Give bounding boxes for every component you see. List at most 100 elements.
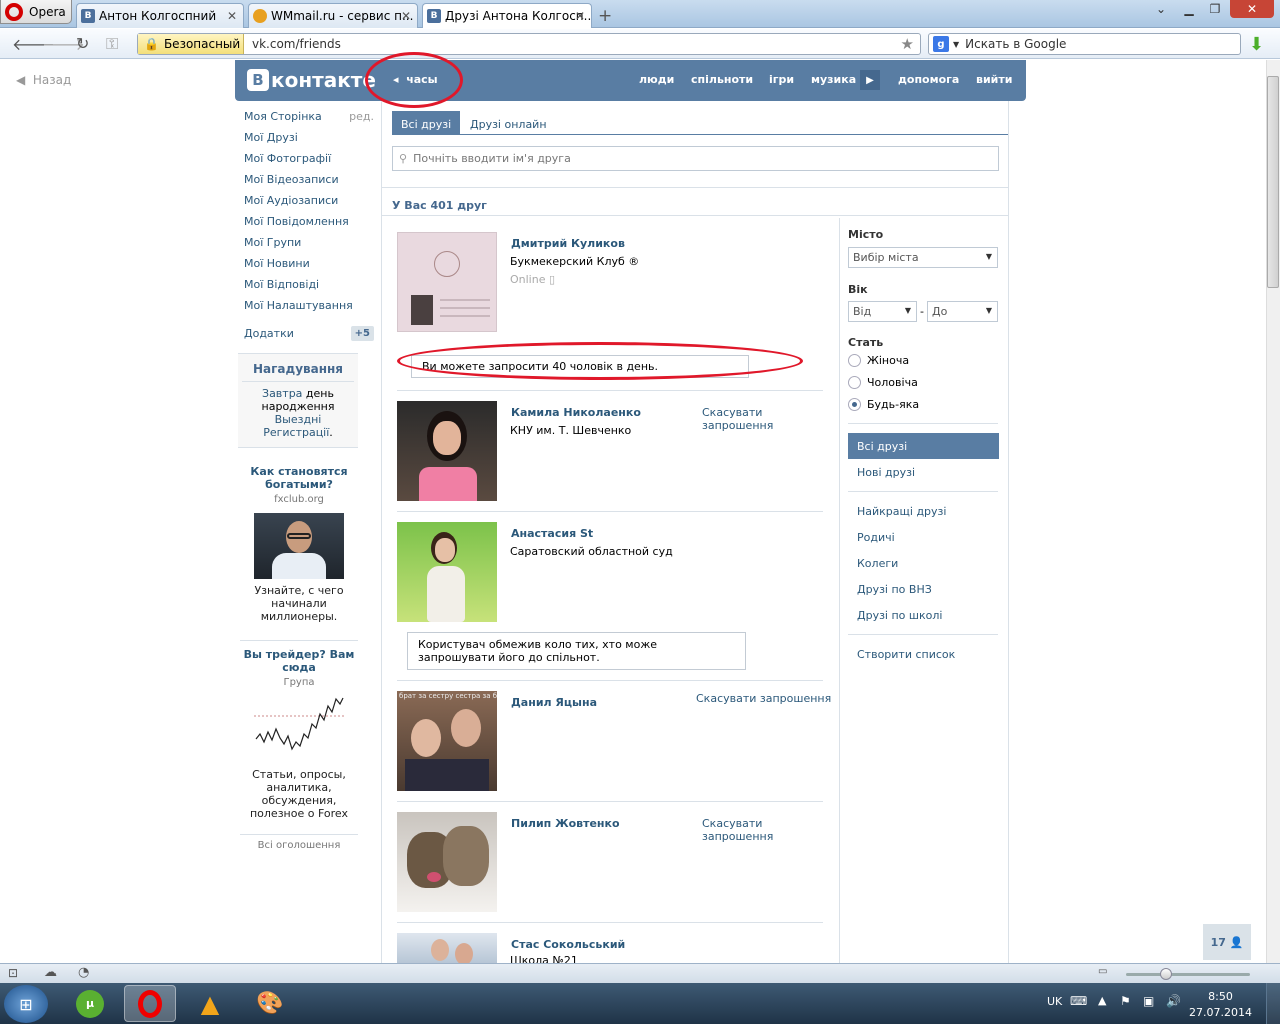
- url-text[interactable]: vk.com/friends: [252, 37, 341, 51]
- back-link[interactable]: ◀ Назад: [16, 73, 71, 87]
- close-tab-icon[interactable]: ✕: [227, 9, 237, 23]
- friend-photo[interactable]: [397, 232, 497, 332]
- utorrent-taskbar-icon[interactable]: µ: [64, 985, 116, 1022]
- language-indicator[interactable]: UK: [1047, 995, 1062, 1008]
- nav-logout[interactable]: вийти: [976, 73, 1012, 86]
- close-window-icon[interactable]: ✕: [1230, 0, 1274, 18]
- friend-search-input[interactable]: ⚲ Почніть вводити ім'я друга: [392, 146, 999, 171]
- friend-name[interactable]: Дмитрий Куликов: [511, 237, 625, 250]
- cancel-invitation-link[interactable]: Скасувати запрошення: [696, 692, 831, 705]
- menu-my-groups[interactable]: Мої Групи: [244, 236, 374, 257]
- nav-help[interactable]: допомога: [898, 73, 959, 86]
- age-to-select[interactable]: До: [926, 301, 998, 322]
- dropdown-icon[interactable]: ▼: [953, 40, 959, 49]
- nav-communities[interactable]: спільноти: [691, 73, 753, 86]
- friend-name[interactable]: Анастасия St: [511, 527, 593, 540]
- tray-arrow-icon[interactable]: ▲: [1098, 994, 1106, 1007]
- new-tab-icon[interactable]: +: [598, 6, 612, 26]
- age-from-select[interactable]: Від: [848, 301, 917, 322]
- opera-taskbar-icon[interactable]: [124, 985, 176, 1022]
- nav-games[interactable]: ігри: [769, 73, 794, 86]
- list-relatives[interactable]: Родичі: [848, 524, 1000, 550]
- browser-tab-active[interactable]: B Друзі Антона Колгосп... ✕: [422, 3, 592, 28]
- ad-block-2[interactable]: Вы трейдер? Вам сюда Група Статьи, опрос…: [240, 648, 358, 820]
- list-colleagues[interactable]: Колеги: [848, 550, 1000, 576]
- friend-photo[interactable]: брат за сестру сестра за бра: [397, 691, 497, 791]
- ad-text[interactable]: Статьи, опросы, аналитика, обсуждения, п…: [240, 768, 358, 820]
- ad-title[interactable]: Как становятся богатыми?: [240, 465, 358, 491]
- menu-apps[interactable]: Додатки +5: [244, 323, 374, 343]
- cloud-icon[interactable]: ☁: [44, 965, 57, 980]
- browser-tab[interactable]: B Антон Колгоспний ✕: [76, 3, 244, 28]
- menu-my-photos[interactable]: Мої Фотографії: [244, 152, 374, 173]
- menu-label[interactable]: Моя Сторінка: [244, 110, 322, 123]
- reload-icon[interactable]: ↻: [76, 34, 89, 53]
- list-best-friends[interactable]: Найкращі друзі: [848, 498, 1000, 524]
- system-clock[interactable]: 8:50 27.07.2014: [1189, 989, 1252, 1021]
- menu-my-friends[interactable]: Мої Друзі: [244, 131, 374, 152]
- display-icon[interactable]: ▭: [1098, 966, 1107, 977]
- zoom-slider-handle[interactable]: [1160, 968, 1172, 980]
- show-desktop-button[interactable]: [1266, 983, 1280, 1024]
- player-arrow-icon[interactable]: ▶: [860, 70, 880, 90]
- tab-friends-online[interactable]: Друзі онлайн: [470, 118, 547, 131]
- edit-link[interactable]: ред.: [349, 110, 374, 124]
- address-bar[interactable]: 🔒 Безопасный vk.com/friends ★: [137, 33, 921, 55]
- menu-my-videos[interactable]: Мої Відеозаписи: [244, 173, 374, 194]
- menu-my-news[interactable]: Мої Новини: [244, 257, 374, 278]
- close-tab-icon[interactable]: ✕: [575, 9, 585, 23]
- tab-all-friends[interactable]: Всі друзі: [392, 111, 461, 135]
- friend-name[interactable]: Данил Яцына: [511, 696, 597, 709]
- restore-icon[interactable]: ❐: [1202, 0, 1228, 18]
- menu-my-audio[interactable]: Мої Аудіозаписи: [244, 194, 374, 215]
- security-badge[interactable]: 🔒 Безопасный: [138, 34, 244, 54]
- friend-name[interactable]: Пилип Жовтенко: [511, 817, 620, 830]
- keyboard-icon[interactable]: ⌨: [1070, 994, 1087, 1008]
- nav-people[interactable]: люди: [639, 73, 674, 86]
- menu-my-page[interactable]: Моя Сторінка ред.: [244, 110, 374, 131]
- sex-male-radio[interactable]: Чоловіча: [848, 371, 1000, 393]
- bookmark-star-icon[interactable]: ★: [901, 35, 914, 53]
- vk-logo[interactable]: В контакте: [247, 68, 376, 92]
- network-icon[interactable]: ▣: [1143, 994, 1154, 1008]
- list-new-friends[interactable]: Нові друзі: [848, 459, 1000, 485]
- friend-photo[interactable]: [397, 401, 497, 501]
- sex-female-radio[interactable]: Жіноча: [848, 349, 1000, 371]
- ad-text[interactable]: Узнайте, с чего начинали миллионеры.: [240, 584, 358, 623]
- menu-my-answers[interactable]: Мої Відповіді: [244, 278, 374, 299]
- close-tab-icon[interactable]: ✕: [401, 9, 411, 23]
- cancel-invitation-link[interactable]: Скасувати запрошення: [702, 817, 782, 843]
- key-icon[interactable]: ⚿: [106, 34, 118, 54]
- ad-image[interactable]: [254, 513, 344, 579]
- zoom-slider[interactable]: [1126, 973, 1250, 976]
- cancel-invitation-link[interactable]: Скасувати запрошення: [702, 406, 782, 432]
- ad-chart-image[interactable]: [254, 694, 344, 760]
- browser-tab[interactable]: WMmail.ru - сервис п... ✕: [248, 3, 418, 28]
- online-friends-widget[interactable]: 17 👤: [1203, 924, 1251, 960]
- menu-my-messages[interactable]: Мої Повідомлення: [244, 215, 374, 236]
- opera-menu-button[interactable]: Opera: [0, 0, 72, 24]
- friend-photo[interactable]: [397, 522, 497, 622]
- apps-label[interactable]: Додатки: [244, 327, 294, 340]
- ad-title[interactable]: Вы трейдер? Вам сюда: [240, 648, 358, 674]
- menu-my-settings[interactable]: Мої Налаштування: [244, 299, 374, 320]
- minimize-icon[interactable]: ▁: [1176, 0, 1202, 18]
- list-all-friends[interactable]: Всі друзі: [848, 433, 999, 459]
- speed-dial-icon[interactable]: ◔: [78, 965, 89, 980]
- tab-list-icon[interactable]: ⌄: [1148, 0, 1174, 18]
- friend-name[interactable]: Стас Сокольський: [511, 938, 625, 951]
- city-select[interactable]: Вибір міста: [848, 247, 998, 268]
- create-list-link[interactable]: Створити список: [848, 641, 1000, 667]
- friend-name[interactable]: Камила Николаенко: [511, 406, 641, 419]
- download-icon[interactable]: ⬇: [1249, 34, 1264, 55]
- aimp-taskbar-icon[interactable]: ▲: [184, 985, 236, 1022]
- start-button-icon[interactable]: ⊞: [4, 985, 48, 1023]
- sex-any-radio[interactable]: Будь-яка: [848, 393, 1000, 415]
- list-university-friends[interactable]: Друзі по ВНЗ: [848, 576, 1000, 602]
- friend-photo[interactable]: [397, 812, 497, 912]
- nav-music[interactable]: музика: [811, 73, 856, 86]
- friend-photo[interactable]: [397, 933, 497, 963]
- scrollbar-thumb[interactable]: [1267, 76, 1279, 288]
- panel-toggle-icon[interactable]: ⊡: [8, 966, 18, 980]
- volume-icon[interactable]: 🔊: [1166, 994, 1181, 1008]
